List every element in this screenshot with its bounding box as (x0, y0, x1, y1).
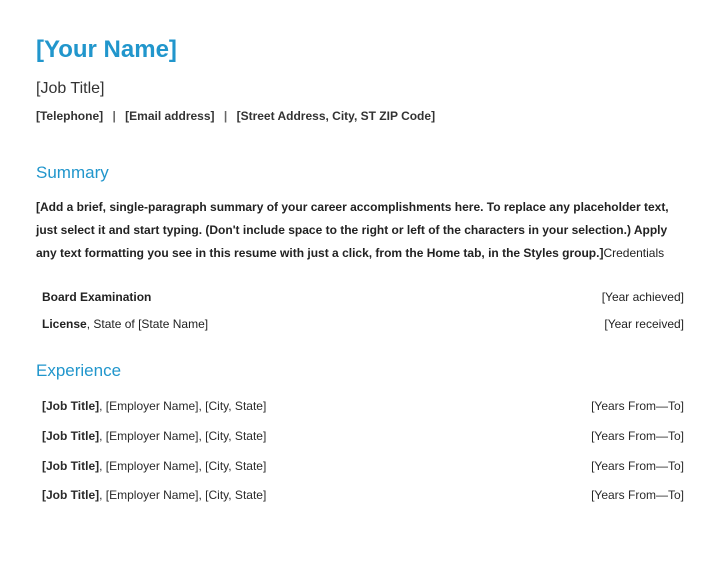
experience-rest: , [Employer Name], [City, State] (99, 488, 266, 502)
experience-years: [Years From—To] (591, 456, 684, 478)
credential-bold: Board Examination (42, 290, 151, 304)
experience-row: [Job Title], [Employer Name], [City, Sta… (42, 456, 684, 478)
credential-bold: License (42, 317, 87, 331)
experience-job-title: [Job Title] (42, 488, 99, 502)
credential-rest: , State of [State Name] (87, 317, 208, 331)
credential-year: [Year received] (604, 314, 684, 336)
experience-row: [Job Title], [Employer Name], [City, Sta… (42, 485, 684, 507)
experience-rest: , [Employer Name], [City, State] (99, 399, 266, 413)
experience-row: [Job Title], [Employer Name], [City, Sta… (42, 426, 684, 448)
experience-rest: , [Employer Name], [City, State] (99, 459, 266, 473)
experience-job-title: [Job Title] (42, 399, 99, 413)
experience-row: [Job Title], [Employer Name], [City, Sta… (42, 396, 684, 418)
summary-heading: Summary (36, 158, 684, 189)
job-title: [Job Title] (36, 75, 684, 104)
contact-line: [Telephone] | [Email address] | [Street … (36, 106, 684, 128)
experience-job-title: [Job Title] (42, 429, 99, 443)
experience-job-title: [Job Title] (42, 459, 99, 473)
credentials-list: Board Examination [Year achieved] Licens… (36, 287, 684, 336)
experience-heading: Experience (36, 356, 684, 387)
credential-label: License, State of [State Name] (42, 314, 208, 336)
address: [Street Address, City, ST ZIP Code] (237, 109, 435, 123)
credential-row: License, State of [State Name] [Year rec… (42, 314, 684, 336)
telephone: [Telephone] (36, 109, 103, 123)
experience-years: [Years From—To] (591, 396, 684, 418)
separator: | (224, 109, 227, 123)
experience-list: [Job Title], [Employer Name], [City, Sta… (36, 396, 684, 506)
summary-body: [Add a brief, single-paragraph summary o… (36, 196, 684, 264)
experience-years: [Years From—To] (591, 426, 684, 448)
email: [Email address] (125, 109, 214, 123)
credential-year: [Year achieved] (602, 287, 684, 309)
summary-trailing: Credentials (603, 246, 664, 260)
credential-row: Board Examination [Year achieved] (42, 287, 684, 309)
experience-left: [Job Title], [Employer Name], [City, Sta… (42, 456, 266, 478)
summary-text: [Add a brief, single-paragraph summary o… (36, 200, 669, 260)
separator: | (112, 109, 115, 123)
credential-label: Board Examination (42, 287, 151, 309)
experience-left: [Job Title], [Employer Name], [City, Sta… (42, 396, 266, 418)
experience-left: [Job Title], [Employer Name], [City, Sta… (42, 426, 266, 448)
name-heading: [Your Name] (36, 28, 684, 71)
experience-rest: , [Employer Name], [City, State] (99, 429, 266, 443)
experience-years: [Years From—To] (591, 485, 684, 507)
experience-left: [Job Title], [Employer Name], [City, Sta… (42, 485, 266, 507)
